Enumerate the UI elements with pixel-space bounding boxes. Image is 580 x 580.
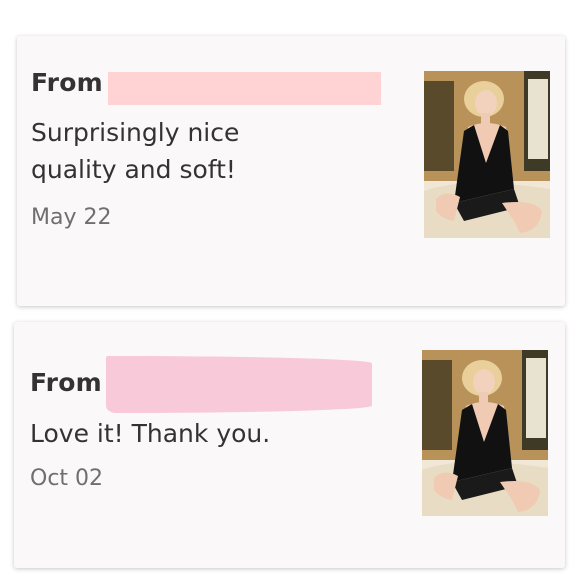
review-message-1: Surprisingly nice quality and soft! <box>31 114 239 188</box>
review-date-2: Oct 02 <box>30 466 104 491</box>
product-photo-image <box>422 350 548 516</box>
redacted-reviewer-name-2 <box>106 356 372 413</box>
review-message-2: Love it! Thank you. <box>30 415 270 452</box>
redacted-reviewer-name-1 <box>108 72 381 105</box>
from-label: From <box>30 368 102 397</box>
review-message-line: Love it! Thank you. <box>30 419 271 448</box>
review-message-line: Surprisingly nice <box>31 118 240 147</box>
review-message-line: quality and soft! <box>31 155 236 184</box>
from-label: From <box>31 68 103 97</box>
reviewer-row-2: From <box>30 368 102 397</box>
product-photo-image <box>424 71 550 238</box>
review-photo-2[interactable] <box>422 350 548 516</box>
reviewer-row-1: From <box>31 68 103 97</box>
review-date-1: May 22 <box>31 205 112 230</box>
review-photo-1[interactable] <box>424 71 550 238</box>
